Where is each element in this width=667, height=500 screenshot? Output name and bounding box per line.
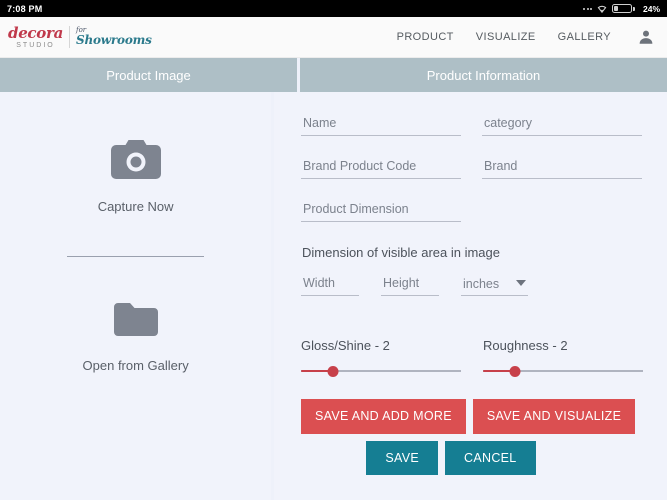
wifi-icon xyxy=(597,5,607,13)
battery-icon xyxy=(612,4,635,13)
save-button[interactable]: SAVE xyxy=(366,441,438,476)
nav-gallery[interactable]: GALLERY xyxy=(558,31,611,43)
status-indicators: 24% xyxy=(583,4,660,14)
roughness-label: Roughness - 2 xyxy=(483,338,643,353)
open-from-gallery-option[interactable]: Open from Gallery xyxy=(83,299,189,373)
tab-product-information-label: Product Information xyxy=(427,68,540,83)
brand-field[interactable] xyxy=(482,157,642,179)
unit-select[interactable]: inches xyxy=(461,277,528,296)
name-field[interactable] xyxy=(301,114,461,136)
logo-decora-studio: decora STUDIO xyxy=(8,26,63,49)
nav-product[interactable]: PRODUCT xyxy=(397,31,454,43)
cancel-button[interactable]: CANCEL xyxy=(445,441,536,476)
height-field[interactable] xyxy=(381,274,439,296)
gloss-shine-thumb[interactable] xyxy=(328,366,339,377)
panel-divider xyxy=(67,256,204,257)
product-dimension-input[interactable] xyxy=(301,202,461,222)
roughness-thumb[interactable] xyxy=(510,366,521,377)
gloss-shine-label: Gloss/Shine - 2 xyxy=(301,338,461,353)
height-input[interactable] xyxy=(381,276,439,296)
tab-product-image-label: Product Image xyxy=(106,68,191,83)
tab-product-image[interactable]: Product Image xyxy=(0,58,297,92)
product-image-panel: Capture Now Open from Gallery xyxy=(0,92,271,500)
save-and-add-more-button[interactable]: SAVE AND ADD MORE xyxy=(301,399,466,434)
tab-product-information[interactable]: Product Information xyxy=(300,58,667,92)
gloss-shine-slider[interactable] xyxy=(301,364,461,378)
secondary-button-row: SAVE CANCEL xyxy=(301,441,643,476)
battery-percent: 24% xyxy=(643,4,660,14)
more-dots-icon xyxy=(583,8,592,10)
roughness-slider-block: Roughness - 2 xyxy=(483,338,643,378)
brand-product-code-input[interactable] xyxy=(301,159,461,179)
logo-audience-text: Showrooms xyxy=(76,34,152,47)
capture-now-option[interactable]: Capture Now xyxy=(98,138,174,214)
status-time: 7:08 PM xyxy=(7,4,42,14)
folder-icon xyxy=(112,299,160,344)
account-person-icon[interactable] xyxy=(637,28,655,46)
status-bar: 7:08 PM 24% xyxy=(0,0,667,17)
tab-bar: Product Image Product Information xyxy=(0,58,667,92)
visible-area-row: inches xyxy=(301,274,643,296)
nav-links: PRODUCT VISUALIZE GALLERY xyxy=(397,28,655,46)
category-input[interactable] xyxy=(482,116,642,136)
nav-visualize[interactable]: VISUALIZE xyxy=(476,31,536,43)
form-row-product-dimension xyxy=(301,200,643,222)
save-and-visualize-button[interactable]: SAVE AND VISUALIZE xyxy=(473,399,635,434)
brand-product-code-field[interactable] xyxy=(301,157,461,179)
category-field[interactable] xyxy=(482,114,642,136)
form-row-code-brand xyxy=(301,157,643,179)
logo-divider xyxy=(69,26,70,48)
app-logo[interactable]: decora STUDIO for Showrooms xyxy=(8,22,152,52)
product-information-panel: Dimension of visible area in image inche… xyxy=(274,92,667,500)
app-bar: decora STUDIO for Showrooms PRODUCT VISU… xyxy=(0,17,667,58)
name-input[interactable] xyxy=(301,116,461,136)
width-input[interactable] xyxy=(301,276,359,296)
camera-icon xyxy=(111,138,161,185)
visible-area-section-label: Dimension of visible area in image xyxy=(302,245,643,260)
unit-select-value: inches xyxy=(463,277,499,291)
product-dimension-field[interactable] xyxy=(301,200,461,222)
logo-studio-text: STUDIO xyxy=(16,42,54,49)
open-from-gallery-label: Open from Gallery xyxy=(83,358,189,373)
form-row-name-category xyxy=(301,114,643,136)
width-field[interactable] xyxy=(301,274,359,296)
roughness-slider[interactable] xyxy=(483,364,643,378)
brand-input[interactable] xyxy=(482,159,642,179)
logo-showrooms: for Showrooms xyxy=(76,27,152,47)
material-sliders: Gloss/Shine - 2 Roughness - 2 xyxy=(301,338,643,378)
primary-button-row: SAVE AND ADD MORE SAVE AND VISUALIZE xyxy=(301,399,643,434)
gloss-shine-slider-block: Gloss/Shine - 2 xyxy=(301,338,461,378)
logo-brand-text: decora xyxy=(8,26,63,41)
chevron-down-icon xyxy=(516,280,526,286)
capture-now-label: Capture Now xyxy=(98,199,174,214)
main-content: Capture Now Open from Gallery xyxy=(0,92,667,500)
